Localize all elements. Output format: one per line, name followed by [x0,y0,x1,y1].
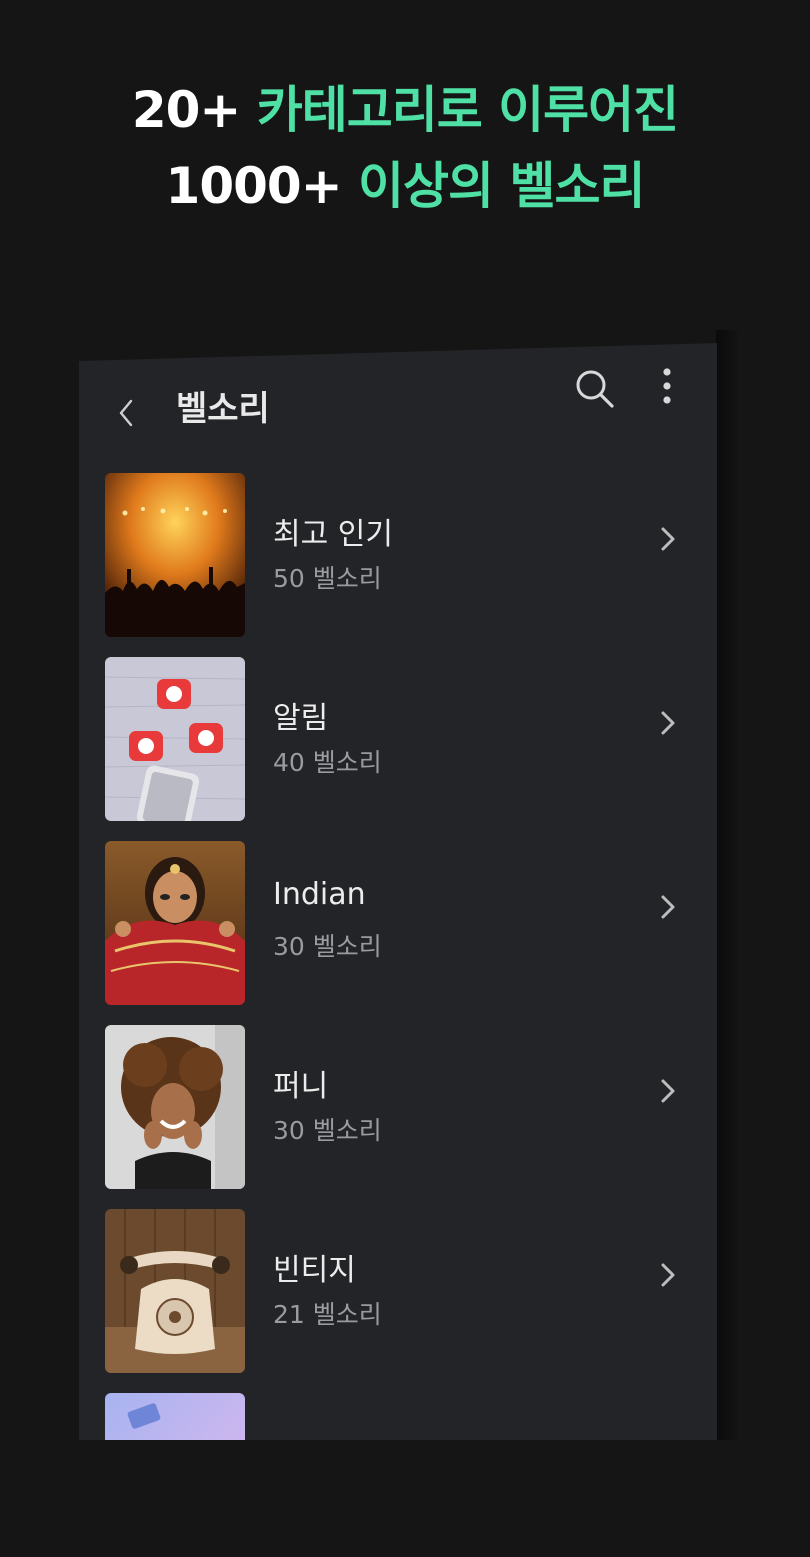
category-title: 알림 [273,701,329,736]
list-item[interactable]: Indian 30 벨소리 [79,841,717,1005]
ringtone-count: 30 벨소리 [273,1116,382,1145]
promo-number-2: 1000+ [165,157,343,215]
promo-text-2: 이상의 벨소리 [358,157,645,215]
device-edge [716,330,738,1440]
promo-number-1: 20+ [131,81,241,139]
list-item[interactable] [79,1393,717,1440]
ringtone-count: 30 벨소리 [273,932,382,961]
category-thumbnail-concert [105,473,245,637]
category-thumbnail-funny [105,1025,245,1189]
search-icon[interactable] [573,367,617,411]
list-item[interactable]: 퍼니 30 벨소리 [79,1025,717,1189]
promo-text-1: 카테고리로 이루어진 [256,81,679,139]
chevron-right-icon[interactable] [657,523,679,555]
category-title: 빈티지 [273,1253,356,1288]
chevron-right-icon[interactable] [657,1259,679,1291]
category-thumbnail-vintage [105,1209,245,1373]
ringtone-count: 50 벨소리 [273,564,382,593]
list-item[interactable]: 빈티지 21 벨소리 [79,1209,717,1373]
category-title: 퍼니 [273,1069,329,1104]
more-vertical-icon[interactable] [657,365,677,407]
page-title: 벨소리 [176,389,270,429]
list-item[interactable]: 최고 인기 50 벨소리 [79,473,717,637]
category-thumbnail-notifications [105,657,245,821]
chevron-right-icon[interactable] [657,891,679,923]
app-bar: 벨소리 [79,343,717,463]
ringtone-count: 21 벨소리 [273,1300,382,1329]
promo-headline: 20+ 카테고리로 이루어진 1000+ 이상의 벨소리 [0,72,810,224]
category-title: 최고 인기 [273,517,393,552]
chevron-right-icon[interactable] [657,707,679,739]
category-thumbnail-partial [105,1393,245,1440]
chevron-right-icon[interactable] [657,1075,679,1107]
category-thumbnail-indian [105,841,245,1005]
list-item[interactable]: 알림 40 벨소리 [79,657,717,821]
ringtone-count: 40 벨소리 [273,748,382,777]
promo-line-2: 1000+ 이상의 벨소리 [0,148,810,224]
app-screen: 벨소리 최고 인기 50 벨소리 알림 40 벨소리 Indian 30 벨소리… [79,343,717,1440]
category-title: Indian [273,877,366,912]
chevron-left-icon[interactable] [113,393,139,433]
promo-line-1: 20+ 카테고리로 이루어진 [0,72,810,148]
